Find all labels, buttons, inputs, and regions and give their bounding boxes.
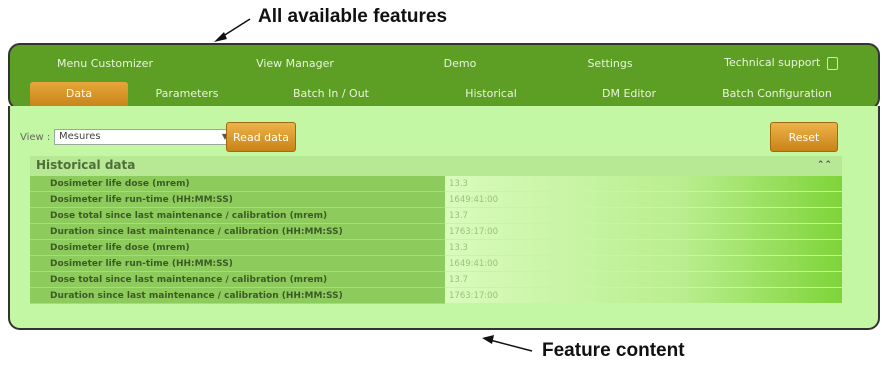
row-value: 13.7 (445, 272, 842, 288)
arrow-top-head (214, 32, 227, 42)
view-select-value: Mesures (59, 131, 101, 142)
tab-batch-in-out[interactable]: Batch In / Out (246, 82, 416, 106)
table-row: Dosimeter life run-time (HH:MM:SS) 1649:4… (30, 256, 842, 272)
panel-title: Historical data (36, 158, 136, 172)
read-data-button[interactable]: Read data (226, 122, 296, 152)
row-label: Duration since last maintenance / calibr… (30, 288, 445, 304)
row-label: Dose total since last maintenance / cali… (30, 208, 445, 224)
table-row: Dosimeter life dose (mrem) 13.3 (30, 176, 842, 192)
tab-dm-editor[interactable]: DM Editor (566, 82, 692, 106)
arrow-bottom-head (482, 335, 494, 344)
row-label: Dose total since last maintenance / cali… (30, 272, 445, 288)
tab-parameters[interactable]: Parameters (128, 82, 246, 106)
row-label: Dosimeter life dose (mrem) (30, 240, 445, 256)
feature-tabs: Data Parameters Batch In / Out Historica… (30, 82, 872, 106)
top-menu-bar: Menu Customizer View Manager Demo Settin… (10, 52, 872, 74)
row-value: 1763:17:00 (445, 224, 842, 240)
tab-batch-configuration[interactable]: Batch Configuration (692, 82, 862, 106)
menu-item-demo[interactable]: Demo (390, 57, 530, 70)
table-row: Duration since last maintenance / calibr… (30, 288, 842, 304)
menu-item-technical-support-wrap[interactable]: Technical support (690, 56, 872, 70)
panel-header: Historical data ⌃⌃ (30, 156, 842, 174)
menu-item-technical-support: Technical support (724, 56, 821, 70)
table-row: Dose total since last maintenance / cali… (30, 272, 842, 288)
collapse-icon[interactable]: ⌃⌃ (817, 156, 832, 174)
reset-layout-button[interactable]: Reset Layout (770, 122, 838, 174)
table-row: Dosimeter life run-time (HH:MM:SS) 1649:4… (30, 192, 842, 208)
view-select[interactable]: Mesures ▼ (54, 129, 234, 145)
row-value: 13.7 (445, 208, 842, 224)
menu-item-view-manager[interactable]: View Manager (200, 57, 390, 70)
row-label: Dosimeter life run-time (HH:MM:SS) (30, 192, 445, 208)
row-label: Duration since last maintenance / calibr… (30, 224, 445, 240)
historical-data-panel: Historical data ⌃⌃ Dosimeter life dose (… (30, 156, 842, 304)
menu-item-settings[interactable]: Settings (530, 57, 690, 70)
row-label: Dosimeter life dose (mrem) (30, 176, 445, 192)
table-row: Dose total since last maintenance / cali… (30, 208, 842, 224)
support-icon (826, 56, 838, 70)
row-label: Dosimeter life run-time (HH:MM:SS) (30, 256, 445, 272)
arrow-bottom (489, 339, 533, 352)
menu-item-menu-customizer[interactable]: Menu Customizer (10, 57, 200, 70)
table-row: Dosimeter life dose (mrem) 13.3 (30, 240, 842, 256)
row-value: 1649:41:00 (445, 256, 842, 272)
tab-historical[interactable]: Historical (416, 82, 566, 106)
row-value: 13.3 (445, 240, 842, 256)
view-label: View : (20, 132, 51, 143)
content-toolbar: View : Mesures ▼ Read data Reset Layout (20, 118, 870, 174)
table-row: Duration since last maintenance / calibr… (30, 224, 842, 240)
tab-data[interactable]: Data (30, 82, 128, 106)
data-rows: Dosimeter life dose (mrem) 13.3 Dosimeter… (30, 176, 842, 304)
feature-content: View : Mesures ▼ Read data Reset Layout … (20, 114, 870, 319)
row-value: 1763:17:00 (445, 288, 842, 304)
row-value: 13.3 (445, 176, 842, 192)
row-value: 1649:41:00 (445, 192, 842, 208)
